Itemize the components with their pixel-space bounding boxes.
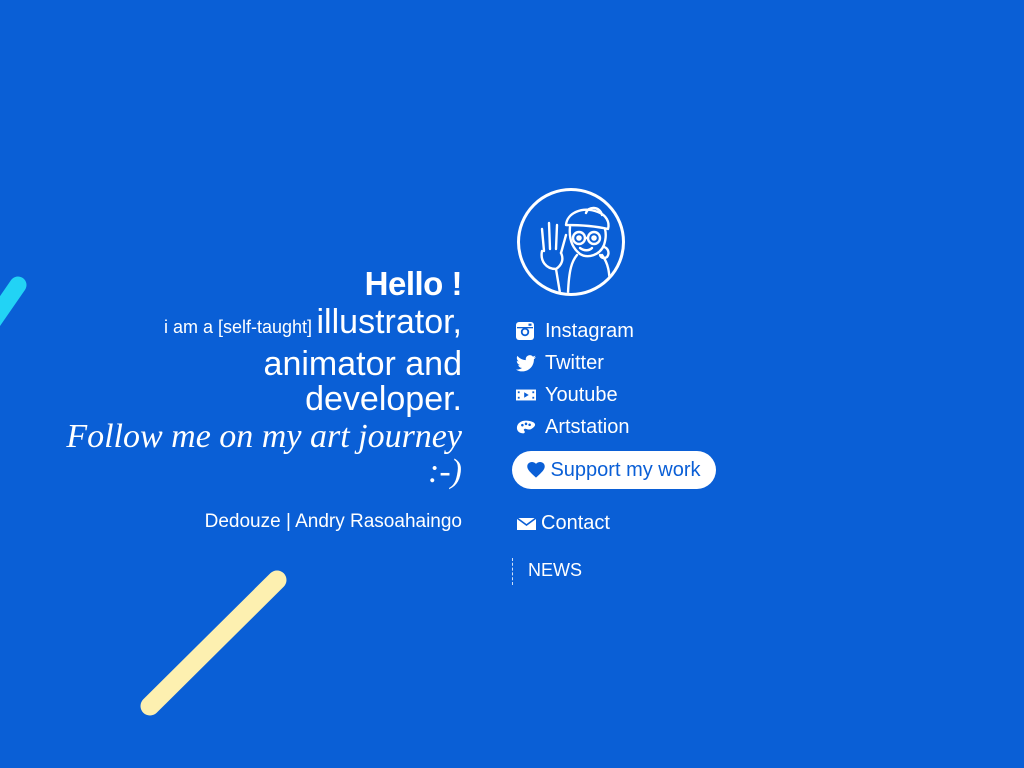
avatar bbox=[517, 188, 625, 296]
social-link-artstation[interactable]: Artstation bbox=[516, 411, 634, 443]
news-label: NEWS bbox=[528, 560, 582, 580]
follow-tagline: Follow me on my art journey :-) bbox=[66, 418, 462, 490]
social-link-label: Youtube bbox=[545, 383, 618, 406]
role-illustrator: illustrator, bbox=[316, 303, 463, 341]
news-link[interactable]: NEWS bbox=[512, 558, 582, 585]
support-label: Support my work bbox=[550, 458, 701, 481]
role-animator: animator and bbox=[263, 345, 462, 383]
contact-link[interactable]: Contact bbox=[517, 512, 610, 535]
support-button[interactable]: Support my work bbox=[512, 451, 716, 489]
instagram-icon bbox=[516, 322, 536, 340]
yellow-stroke bbox=[140, 570, 287, 716]
social-link-twitter[interactable]: Twitter bbox=[516, 347, 634, 379]
youtube-icon bbox=[516, 386, 536, 404]
artstation-icon bbox=[516, 418, 536, 436]
social-link-label: Twitter bbox=[545, 351, 604, 374]
author-signature: Dedouze | Andry Rasoahaingo bbox=[204, 511, 462, 532]
hello-heading: Hello ! bbox=[364, 265, 463, 302]
intro-block: Hello ! i am a [self-taught] illustrator… bbox=[42, 264, 462, 533]
social-link-label: Artstation bbox=[545, 415, 630, 438]
social-link-youtube[interactable]: Youtube bbox=[516, 379, 634, 411]
contact-label: Contact bbox=[541, 512, 610, 534]
role-developer: developer. bbox=[305, 380, 462, 418]
social-links: Instagram Twitter Youtube Artstation bbox=[516, 315, 634, 443]
cyan-stroke bbox=[0, 276, 27, 327]
mail-icon bbox=[517, 517, 536, 530]
self-taught-prefix: i am a [self-taught] bbox=[163, 317, 313, 337]
heart-icon bbox=[527, 462, 546, 478]
social-link-label: Instagram bbox=[545, 319, 634, 342]
twitter-icon bbox=[516, 354, 536, 372]
social-link-instagram[interactable]: Instagram bbox=[516, 315, 634, 347]
